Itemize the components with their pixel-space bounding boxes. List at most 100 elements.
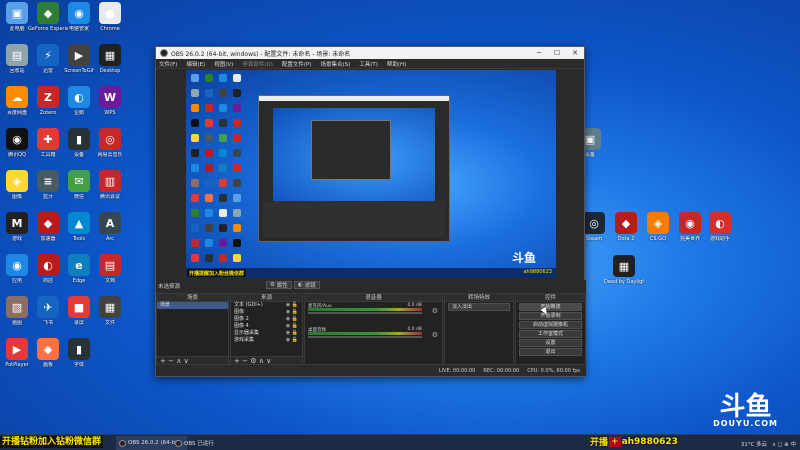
transitions-dock: 转场特效 淡入淡出 [444,293,514,366]
preview-icon [219,134,227,142]
app-icon: ◉ [6,254,28,276]
visibility-icon[interactable]: ◉ 🔓 [286,316,298,323]
obs-logo-icon [175,439,182,447]
scene-item[interactable]: 场景 [157,302,228,309]
preview-icon [219,224,227,232]
maximize-icon[interactable]: ☐ [548,49,566,57]
visibility-icon[interactable]: ◉ 🔓 [286,309,298,316]
desktop-icon-label: WPS [104,110,116,116]
preview-icon [233,254,241,262]
control-button[interactable]: 启动虚拟摄像机 [519,321,582,329]
preview-icon [219,254,227,262]
source-item[interactable]: 显示器采集 ◉ 🔓 [231,330,302,337]
preview-icon [205,194,213,202]
gear-icon: ⚙ [270,282,277,288]
tray-icons[interactable]: ∧ ◻ ⊕ 中 [772,440,796,448]
preview-icon [205,254,213,262]
preview-promo-text: ah9880623 [523,269,552,275]
desktop-icon[interactable]: A Arc [90,212,130,242]
menu-docks[interactable]: 停靠部件(D) [242,60,273,68]
nested-docks [263,201,445,237]
preview-icon [191,164,199,172]
desktop-icon[interactable]: W WPS [90,86,130,116]
desktop-icon[interactable]: ▦ 文件 [90,296,130,326]
minimize-icon[interactable]: ─ [530,49,548,57]
preview-icon [205,89,213,97]
close-icon[interactable]: ✕ [566,49,584,57]
menu-edit[interactable]: 编辑(E) [186,60,205,68]
menu-scene-collection[interactable]: 场景集合(S) [320,60,350,68]
desktop-icon[interactable]: ◎ 网易云音乐 [90,128,130,158]
volume-slider[interactable] [308,336,422,338]
app-icon: ■ [68,296,90,318]
preview-icon [191,224,199,232]
visibility-icon[interactable]: ◉ 🔓 [286,330,298,337]
desktop-icon[interactable]: ▦ Desktop [90,44,130,74]
preview-icon [219,74,227,82]
volume-meter [308,308,422,311]
control-button[interactable]: 退出 [519,348,582,356]
preview-icon [205,119,213,127]
desktop-icon[interactable]: ● Chrome [90,2,130,32]
preview-icon [219,104,227,112]
visibility-icon[interactable]: ◉ 🔓 [286,337,298,344]
no-source-label: 未选择源 [158,284,181,290]
menu-help[interactable]: 帮助(H) [387,60,406,68]
source-label: 文本 (GDI+) [234,302,263,308]
source-item[interactable]: 图像 ◉ 🔓 [231,309,302,316]
preview-icon [233,209,241,217]
filters-button[interactable]: ◐ 滤镜 [294,281,320,289]
menu-profile[interactable]: 配置文件(P) [282,60,312,68]
control-button[interactable]: 工作室模式 [519,330,582,338]
preview-icon [191,74,199,82]
control-button[interactable]: 开始推流 [519,303,582,311]
preview-icon [191,134,199,142]
volume-slider[interactable] [308,312,422,314]
obs-window[interactable]: OBS 26.0.2 (64-bit, windows) - 配置文件: 未命名… [155,46,586,377]
desktop-icon-label: 文档 [104,278,115,284]
app-icon: Z [37,86,59,108]
mixer-channel[interactable]: 麦克风/Aux 0.0 dB ⚙ [305,302,442,318]
desktop-icon[interactable]: ▦ Dead by Daylight [604,255,644,285]
live-promo: 开播 + ah9880623 [590,435,678,448]
preview-icon [205,209,213,217]
obs-titlebar[interactable]: OBS 26.0.2 (64-bit, windows) - 配置文件: 未命名… [156,47,584,59]
mixer-channel[interactable]: 桌面音频 0.0 dB ⚙ [305,326,442,342]
weather-status[interactable]: 31°C 多云 [741,440,767,448]
source-item[interactable]: 文本 (GDI+) ◉ 🔓 [231,302,302,309]
nested-preview [273,108,435,201]
desktop-icon[interactable]: ◐ 游戏助手 [700,212,740,242]
visibility-icon[interactable]: ◉ 🔓 [286,323,298,330]
app-icon: ◎ [583,212,605,234]
control-button[interactable]: 开始录制 [519,312,582,320]
control-button[interactable]: 设置 [519,339,582,347]
source-item[interactable]: 图像 2 ◉ 🔓 [231,316,302,323]
menu-view[interactable]: 视图(V) [214,60,233,68]
preview-canvas[interactable]: 斗鱼 开播提醒加入粉丝微信群 ah9880623 [186,70,556,278]
gear-icon[interactable]: ⚙ [432,331,438,339]
menu-file[interactable]: 文件(F) [159,60,177,68]
desktop-icon-label: 字体 [73,362,84,368]
preview-banner-text: 开播提醒加入粉丝微信群 [187,269,247,277]
properties-button[interactable]: ⚙ 属性 [266,281,292,289]
app-icon: ◉ [68,2,90,24]
app-icon: ▮ [68,338,90,360]
desktop-icon-label: Arc [105,236,115,242]
app-icon: ◆ [37,338,59,360]
desktop-icon[interactable]: ▤ 文档 [90,254,130,284]
taskbar-item-obs-running[interactable]: OBS 已运行 [172,436,217,450]
sources-list: 文本 (GDI+) ◉ 🔓 图像 ◉ 🔓 图像 2 ◉ 🔓 图像 4 ◉ 🔓 显示器采集 ◉ 🔓 游… [231,302,302,344]
visibility-icon[interactable]: ◉ 🔓 [286,302,298,309]
preview-icon [191,119,199,127]
source-item[interactable]: 图像 4 ◉ 🔓 [231,323,302,330]
preview-icon [233,119,241,127]
app-icon: W [99,86,121,108]
desktop-icon[interactable]: ▮ 字体 [59,338,99,368]
gear-icon[interactable]: ⚙ [432,307,438,315]
taskbar-banner: 开播钻粉加入钻粉微信群 [0,436,104,448]
transition-select[interactable]: 淡入淡出 [448,303,510,311]
menu-tools[interactable]: 工具(T) [359,60,378,68]
desktop-icon[interactable]: ▥ 腾讯会议 [90,170,130,200]
app-icon: ◎ [99,128,121,150]
source-item[interactable]: 游戏采集 ◉ 🔓 [231,337,302,344]
